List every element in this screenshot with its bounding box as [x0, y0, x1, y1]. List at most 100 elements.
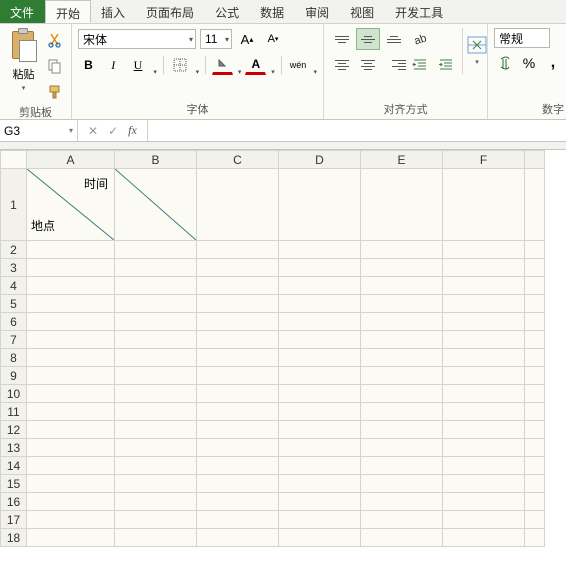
phonetic-button[interactable]: wén	[288, 54, 309, 76]
cell[interactable]	[443, 439, 525, 457]
cell[interactable]	[27, 349, 115, 367]
cell[interactable]	[197, 241, 279, 259]
cell[interactable]	[27, 403, 115, 421]
cell[interactable]	[361, 169, 443, 241]
cell[interactable]	[279, 511, 361, 529]
tab-review[interactable]: 审阅	[295, 0, 340, 23]
comma-button[interactable]: ,	[542, 52, 564, 74]
cell[interactable]	[27, 529, 115, 547]
cell[interactable]	[197, 529, 279, 547]
row-header-13[interactable]: 13	[1, 439, 27, 457]
cell[interactable]	[279, 475, 361, 493]
col-header-F[interactable]: F	[443, 151, 525, 169]
cell[interactable]	[361, 493, 443, 511]
cell[interactable]	[197, 421, 279, 439]
cell[interactable]	[443, 295, 525, 313]
cell[interactable]	[443, 367, 525, 385]
cell[interactable]	[115, 403, 197, 421]
cell[interactable]	[197, 295, 279, 313]
underline-button[interactable]: U	[128, 54, 149, 76]
cell[interactable]	[115, 259, 197, 277]
enter-icon[interactable]: ✓	[108, 124, 118, 138]
cell[interactable]	[115, 493, 197, 511]
format-painter-button[interactable]	[45, 82, 65, 102]
cell[interactable]	[115, 295, 197, 313]
cell[interactable]	[361, 457, 443, 475]
cell[interactable]	[115, 529, 197, 547]
cell[interactable]	[197, 457, 279, 475]
italic-button[interactable]: I	[103, 54, 124, 76]
cell[interactable]	[361, 331, 443, 349]
cell[interactable]	[279, 349, 361, 367]
cell[interactable]	[361, 385, 443, 403]
cell[interactable]	[443, 421, 525, 439]
cell[interactable]	[443, 493, 525, 511]
cell[interactable]	[279, 259, 361, 277]
cell[interactable]	[443, 511, 525, 529]
cell[interactable]	[197, 475, 279, 493]
paste-button[interactable]: 粘贴 ▾	[6, 28, 41, 102]
cell[interactable]	[525, 259, 545, 277]
align-bottom-button[interactable]	[382, 28, 406, 50]
col-header-E[interactable]: E	[361, 151, 443, 169]
cell[interactable]	[27, 475, 115, 493]
row-header-15[interactable]: 15	[1, 475, 27, 493]
cell[interactable]	[525, 313, 545, 331]
tab-insert[interactable]: 插入	[91, 0, 136, 23]
row-header-4[interactable]: 4	[1, 277, 27, 295]
cell[interactable]	[197, 439, 279, 457]
cell-A1[interactable]: 时间 地点	[27, 169, 115, 241]
cell-B1[interactable]	[115, 169, 197, 241]
tab-dev[interactable]: 开发工具	[385, 0, 454, 23]
cell[interactable]	[27, 241, 115, 259]
cell[interactable]	[197, 349, 279, 367]
cell[interactable]	[197, 169, 279, 241]
cell[interactable]	[115, 457, 197, 475]
cell[interactable]	[197, 313, 279, 331]
align-left-button[interactable]	[330, 54, 354, 76]
row-header-6[interactable]: 6	[1, 313, 27, 331]
cell[interactable]	[525, 475, 545, 493]
tab-file[interactable]: 文件	[0, 0, 45, 23]
cell[interactable]	[115, 367, 197, 385]
cell[interactable]	[279, 313, 361, 331]
cell[interactable]	[197, 277, 279, 295]
cell[interactable]	[197, 511, 279, 529]
cell[interactable]	[279, 493, 361, 511]
cell[interactable]	[279, 331, 361, 349]
row-header-2[interactable]: 2	[1, 241, 27, 259]
row-header-11[interactable]: 11	[1, 403, 27, 421]
cell[interactable]	[525, 439, 545, 457]
cell[interactable]	[443, 529, 525, 547]
cell[interactable]	[361, 421, 443, 439]
decrease-font-button[interactable]: A▾	[262, 28, 284, 50]
cell[interactable]	[361, 349, 443, 367]
cell[interactable]	[27, 277, 115, 295]
cell[interactable]	[197, 331, 279, 349]
col-header-B[interactable]: B	[115, 151, 197, 169]
cell[interactable]	[525, 169, 545, 241]
indent-decrease-button[interactable]	[408, 54, 432, 76]
cell[interactable]	[525, 349, 545, 367]
font-name-selector[interactable]: 宋体▾	[78, 29, 196, 49]
tab-formula[interactable]: 公式	[205, 0, 250, 23]
name-box[interactable]: G3▾	[0, 120, 78, 141]
orientation-button[interactable]: ab	[408, 28, 432, 50]
cell[interactable]	[361, 403, 443, 421]
row-header-18[interactable]: 18	[1, 529, 27, 547]
row-header-12[interactable]: 12	[1, 421, 27, 439]
row-header-3[interactable]: 3	[1, 259, 27, 277]
cell[interactable]	[361, 439, 443, 457]
cell[interactable]	[279, 439, 361, 457]
cell[interactable]	[443, 331, 525, 349]
align-center-button[interactable]	[356, 54, 380, 76]
cell[interactable]	[443, 403, 525, 421]
cell[interactable]	[443, 385, 525, 403]
cell[interactable]	[525, 385, 545, 403]
align-right-button[interactable]	[382, 54, 406, 76]
cell[interactable]	[115, 313, 197, 331]
cell[interactable]	[27, 313, 115, 331]
row-header-5[interactable]: 5	[1, 295, 27, 313]
cell[interactable]	[27, 439, 115, 457]
col-header-A[interactable]: A	[27, 151, 115, 169]
